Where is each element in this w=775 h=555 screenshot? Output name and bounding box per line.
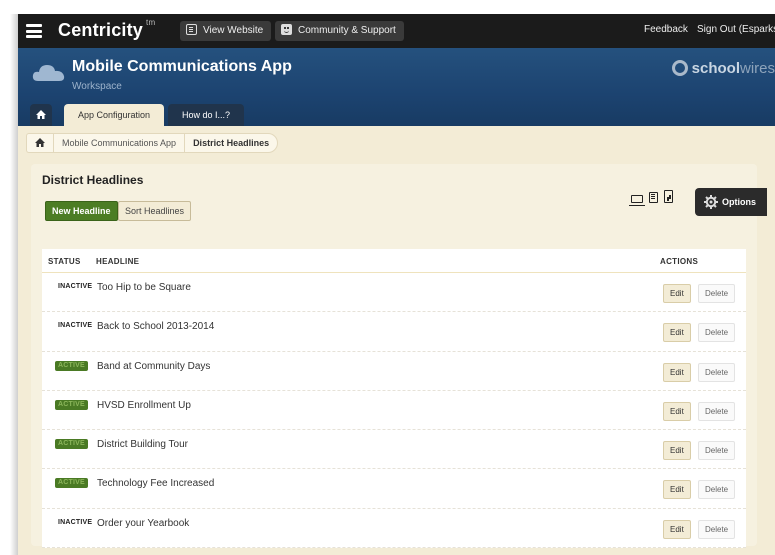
page-icon xyxy=(186,24,197,35)
home-icon xyxy=(36,110,46,119)
column-actions: ACTIONS xyxy=(660,257,699,266)
edit-button[interactable]: Edit xyxy=(663,519,691,539)
page-title: District Headlines xyxy=(42,173,144,187)
table-row: INACTIVE Too Hip to be Square Edit Delete xyxy=(42,273,746,313)
headline-title[interactable]: Technology Fee Increased xyxy=(97,478,214,489)
schoolwires-logo: schoolwires xyxy=(671,60,775,77)
delete-button[interactable]: Delete xyxy=(698,480,736,500)
home-tab[interactable] xyxy=(30,104,52,126)
headline-title[interactable]: Too Hip to be Square xyxy=(97,282,191,293)
options-button[interactable]: Options xyxy=(695,188,767,216)
edit-button[interactable]: Edit xyxy=(663,284,691,303)
status-badge: INACTIVE xyxy=(58,518,93,526)
column-status: STATUS xyxy=(48,257,81,266)
sign-out-link[interactable]: Sign Out (Esparks) xyxy=(697,24,775,35)
community-support-button[interactable]: Community & Support xyxy=(275,21,404,41)
table-row: INACTIVE Back to School 2013-2014 Edit Dele… xyxy=(42,312,746,352)
delete-button[interactable]: Delete xyxy=(698,284,736,303)
table-row: ACTIVE HVSD Enrollment Up Edit Delete xyxy=(42,391,746,431)
headline-title[interactable]: Back to School 2013-2014 xyxy=(97,321,214,332)
table-body: INACTIVE Too Hip to be Square Edit Delete IN… xyxy=(42,273,746,549)
edit-button[interactable]: Edit xyxy=(663,441,691,461)
table-header: STATUS HEADLINE ACTIONS xyxy=(42,249,746,273)
view-website-button[interactable]: View Website xyxy=(180,21,272,41)
table-row: ACTIVE Technology Fee Increased Edit Delete xyxy=(42,469,746,509)
workspace-header: Mobile Communications App Workspace scho… xyxy=(18,48,775,126)
breadcrumb-item-app[interactable]: Mobile Communications App xyxy=(53,133,185,153)
left-shadow xyxy=(10,14,18,555)
status-badge: INACTIVE xyxy=(58,283,93,290)
delete-button[interactable]: Delete xyxy=(698,519,736,539)
smiley-icon xyxy=(281,24,292,35)
headline-title[interactable]: Order your Yearbook xyxy=(97,518,189,529)
headlines-table: STATUS HEADLINE ACTIONS INACTIVE Too Hip … xyxy=(42,249,746,549)
edit-button[interactable]: Edit xyxy=(663,362,691,382)
workspace-label: Workspace xyxy=(72,81,122,92)
table-row: ACTIVE District Building Tour Edit Delete xyxy=(42,430,746,470)
headlines-panel: District Headlines New Headline Sort Hea… xyxy=(31,164,767,549)
status-badge: ACTIVE xyxy=(55,478,88,489)
status-badge: INACTIVE xyxy=(58,322,93,330)
app-frame: Centricity tm View Website Community & Su… xyxy=(18,14,775,555)
delete-button[interactable]: Delete xyxy=(698,441,736,461)
edit-button[interactable]: Edit xyxy=(663,480,691,500)
sort-headlines-button[interactable]: Sort Headlines xyxy=(118,201,192,221)
brand-logo[interactable]: Centricity tm xyxy=(58,18,155,41)
delete-button[interactable]: Delete xyxy=(698,401,736,421)
home-icon xyxy=(35,138,45,147)
desktop-view-icon[interactable] xyxy=(629,195,645,206)
headline-title[interactable]: HVSD Enrollment Up xyxy=(97,400,191,411)
top-bar: Centricity tm View Website Community & Su… xyxy=(18,14,775,48)
status-badge: ACTIVE xyxy=(55,439,88,450)
device-view-toggle xyxy=(629,189,673,206)
ring-icon xyxy=(671,60,688,76)
status-badge: ACTIVE xyxy=(55,399,88,410)
status-badge: ACTIVE xyxy=(55,360,88,371)
menu-icon[interactable] xyxy=(26,24,42,38)
delete-button[interactable]: Delete xyxy=(698,362,736,382)
breadcrumb: Mobile Communications App District Headl… xyxy=(26,133,279,153)
edit-button[interactable]: Edit xyxy=(663,323,691,343)
app-title: Mobile Communications App xyxy=(72,58,292,75)
column-headline: HEADLINE xyxy=(96,257,140,266)
phone-view-icon[interactable] xyxy=(664,190,673,203)
table-row: INACTIVE Order your Yearbook Edit Delete xyxy=(42,509,746,549)
cloud-icon xyxy=(32,65,65,81)
delete-button[interactable]: Delete xyxy=(698,323,736,343)
tablet-view-icon[interactable] xyxy=(649,192,658,203)
breadcrumb-item-current: District Headlines xyxy=(184,133,279,153)
headline-title[interactable]: District Building Tour xyxy=(97,439,188,450)
breadcrumb-home[interactable] xyxy=(26,133,53,153)
tab-how-do-i[interactable]: How do I...? xyxy=(168,104,245,126)
table-row: ACTIVE Band at Community Days Edit Delete xyxy=(42,352,746,391)
gear-icon xyxy=(704,195,718,209)
edit-button[interactable]: Edit xyxy=(663,401,691,421)
new-headline-button[interactable]: New Headline xyxy=(45,201,118,221)
feedback-link[interactable]: Feedback xyxy=(644,24,688,35)
tab-app-configuration[interactable]: App Configuration xyxy=(64,104,165,126)
headline-title[interactable]: Band at Community Days xyxy=(97,361,210,372)
